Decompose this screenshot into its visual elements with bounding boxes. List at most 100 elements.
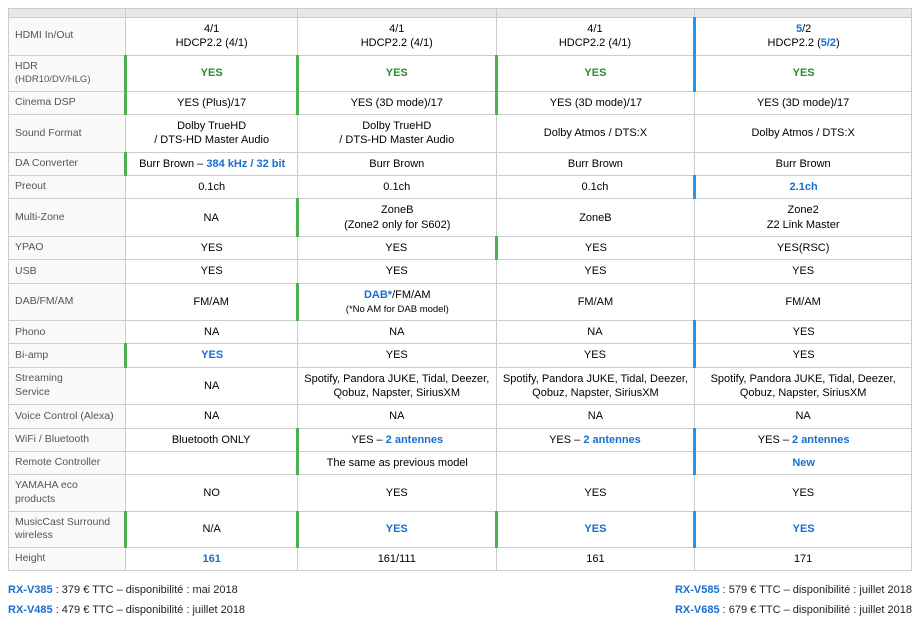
v585-cell: Dolby Atmos / DTS:X xyxy=(496,115,695,153)
v385-cell: YES (Plus)/17 xyxy=(126,91,298,114)
v585-cell: 161 xyxy=(496,547,695,570)
v685-cell: FM/AM xyxy=(695,283,912,321)
v385-cell: N/A xyxy=(126,511,298,547)
table-row: HDR(HDR10/DV/HLG)YESYESYESYES xyxy=(9,55,912,91)
v485-cell: YES xyxy=(297,260,496,283)
v585-cell: Burr Brown xyxy=(496,152,695,175)
feature-cell: WiFi / Bluetooth xyxy=(9,428,126,451)
v585-cell: YES xyxy=(496,236,695,259)
table-row: Cinema DSPYES (Plus)/17YES (3D mode)/17Y… xyxy=(9,91,912,114)
v385-cell: YES xyxy=(126,344,298,367)
v385-cell: YES xyxy=(126,260,298,283)
feature-cell: DA Converter xyxy=(9,152,126,175)
v385-cell: Dolby TrueHD/ DTS-HD Master Audio xyxy=(126,115,298,153)
header-v385 xyxy=(126,9,298,18)
v585-cell xyxy=(496,451,695,474)
footer-v485-price: RX-V485 : 479 € TTC – disponibilité : ju… xyxy=(8,601,245,621)
v385-cell: 4/1HDCP2.2 (4/1) xyxy=(126,18,298,56)
v685-cell: Spotify, Pandora JUKE, Tidal, Deezer,Qob… xyxy=(695,367,912,405)
table-row: PhonoNANANAYES xyxy=(9,321,912,344)
v485-cell: YES (3D mode)/17 xyxy=(297,91,496,114)
v685-cell: Burr Brown xyxy=(695,152,912,175)
table-row: HDMI In/Out4/1HDCP2.2 (4/1)4/1HDCP2.2 (4… xyxy=(9,18,912,56)
footer: RX-V385 : 379 € TTC – disponibilité : ma… xyxy=(8,581,912,621)
feature-cell: Bi-amp xyxy=(9,344,126,367)
feature-cell: HDMI In/Out xyxy=(9,18,126,56)
v585-cell: 0.1ch xyxy=(496,176,695,199)
table-row: StreamingServiceNASpotify, Pandora JUKE,… xyxy=(9,367,912,405)
table-row: USBYESYESYESYES xyxy=(9,260,912,283)
header-v485 xyxy=(297,9,496,18)
v585-cell: YES (3D mode)/17 xyxy=(496,91,695,114)
table-row: YPAOYESYESYESYES(RSC) xyxy=(9,236,912,259)
feature-cell: Voice Control (Alexa) xyxy=(9,405,126,428)
v385-cell: NA xyxy=(126,199,298,237)
v485-cell: DAB*/FM/AM(*No AM for DAB model) xyxy=(297,283,496,321)
footer-v385-price: RX-V385 : 379 € TTC – disponibilité : ma… xyxy=(8,581,245,601)
feature-cell: MusicCast Surround wireless xyxy=(9,511,126,547)
header-row xyxy=(9,9,912,18)
v685-cell: 171 xyxy=(695,547,912,570)
feature-cell: Height xyxy=(9,547,126,570)
v385-cell: NO xyxy=(126,475,298,511)
v485-cell: YES xyxy=(297,475,496,511)
v585-cell: YES xyxy=(496,55,695,91)
v585-cell: FM/AM xyxy=(496,283,695,321)
header-feature xyxy=(9,9,126,18)
v385-cell: FM/AM xyxy=(126,283,298,321)
v685-cell: YES – 2 antennes xyxy=(695,428,912,451)
v585-cell: YES xyxy=(496,511,695,547)
v585-cell: Spotify, Pandora JUKE, Tidal, Deezer,Qob… xyxy=(496,367,695,405)
v685-cell: YES xyxy=(695,260,912,283)
v385-cell: 0.1ch xyxy=(126,176,298,199)
table-row: WiFi / BluetoothBluetooth ONLY YES – 2 an… xyxy=(9,428,912,451)
table-row: Voice Control (Alexa)NANANANA xyxy=(9,405,912,428)
v485-cell: YES xyxy=(297,511,496,547)
v485-cell: Spotify, Pandora JUKE, Tidal, Deezer,Qob… xyxy=(297,367,496,405)
feature-cell: Preout xyxy=(9,176,126,199)
v485-cell: 0.1ch xyxy=(297,176,496,199)
v685-cell: Zone2Z2 Link Master xyxy=(695,199,912,237)
v685-cell: 5/2HDCP2.2 (5/2) xyxy=(695,18,912,56)
v685-cell: NA xyxy=(695,405,912,428)
table-row: Remote ControllerThe same as previous mo… xyxy=(9,451,912,474)
page: HDMI In/Out4/1HDCP2.2 (4/1)4/1HDCP2.2 (4… xyxy=(0,0,920,629)
v685-cell: YES xyxy=(695,55,912,91)
table-row: YAMAHA eco productsNOYESYESYES xyxy=(9,475,912,511)
v585-cell: YES xyxy=(496,344,695,367)
footer-left: RX-V385 : 379 € TTC – disponibilité : ma… xyxy=(8,581,245,621)
v685-cell: YES xyxy=(695,344,912,367)
v585-cell: YES xyxy=(496,260,695,283)
v485-cell: NA xyxy=(297,321,496,344)
v485-cell: ZoneB(Zone2 only for S602) xyxy=(297,199,496,237)
v585-cell: 4/1HDCP2.2 (4/1) xyxy=(496,18,695,56)
v385-cell: 161 xyxy=(126,547,298,570)
v485-cell: 4/1HDCP2.2 (4/1) xyxy=(297,18,496,56)
feature-cell: USB xyxy=(9,260,126,283)
v385-cell: NA xyxy=(126,405,298,428)
table-row: Bi-ampYESYESYESYES xyxy=(9,344,912,367)
v385-cell: NA xyxy=(126,321,298,344)
feature-cell: Sound Format xyxy=(9,115,126,153)
v585-cell: NA xyxy=(496,405,695,428)
v585-cell: YES xyxy=(496,475,695,511)
table-row: MusicCast Surround wirelessN/AYESYESYES xyxy=(9,511,912,547)
header-v685 xyxy=(695,9,912,18)
v485-cell: YES xyxy=(297,55,496,91)
v685-cell: YES xyxy=(695,511,912,547)
footer-v685-price: RX-V685 : 679 € TTC – disponibilité : ju… xyxy=(675,601,912,621)
v485-cell: YES xyxy=(297,236,496,259)
footer-v585-price: RX-V585 : 579 € TTC – disponibilité : ju… xyxy=(675,581,912,601)
feature-cell: Multi-Zone xyxy=(9,199,126,237)
v385-cell: YES xyxy=(126,55,298,91)
v385-cell: Bluetooth ONLY xyxy=(126,428,298,451)
table-row: Sound FormatDolby TrueHD/ DTS-HD Master … xyxy=(9,115,912,153)
feature-cell: DAB/FM/AM xyxy=(9,283,126,321)
feature-cell: YPAO xyxy=(9,236,126,259)
comparison-table: HDMI In/Out4/1HDCP2.2 (4/1)4/1HDCP2.2 (4… xyxy=(8,8,912,571)
v385-cell xyxy=(126,451,298,474)
v485-cell: Dolby TrueHD/ DTS-HD Master Audio xyxy=(297,115,496,153)
v685-cell: New xyxy=(695,451,912,474)
v685-cell: YES (3D mode)/17 xyxy=(695,91,912,114)
v485-cell: Burr Brown xyxy=(297,152,496,175)
